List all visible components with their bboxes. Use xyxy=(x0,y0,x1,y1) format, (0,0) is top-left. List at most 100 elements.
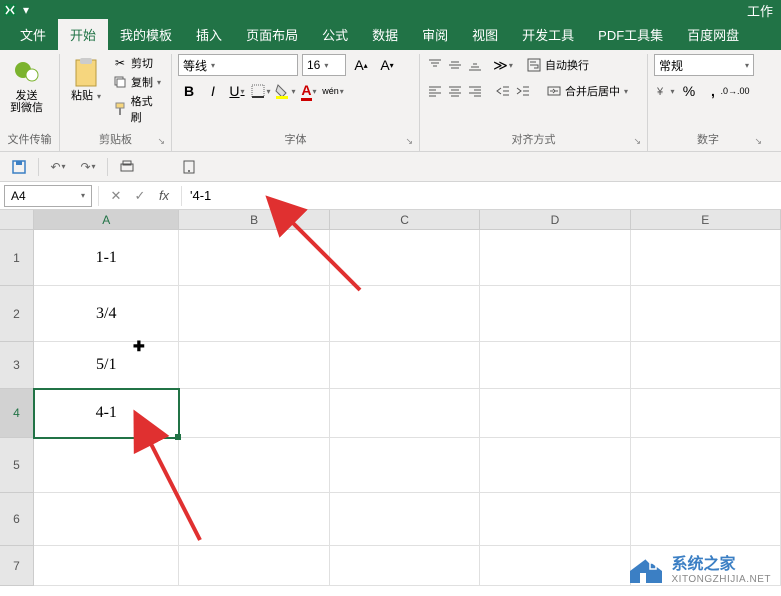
tab-formulas[interactable]: 公式 xyxy=(310,19,360,50)
col-header-C[interactable]: C xyxy=(330,210,480,230)
format-painter-button[interactable]: 格式刷 xyxy=(110,92,165,126)
print-preview-button[interactable] xyxy=(116,156,138,178)
row-header-6[interactable]: 6 xyxy=(0,493,34,546)
send-to-wechat-button[interactable]: 发送 到微信 xyxy=(6,54,47,116)
cell-A2[interactable]: 3/4 xyxy=(34,286,179,342)
cell-C1[interactable] xyxy=(330,230,480,286)
underline-button[interactable]: U▾ xyxy=(226,80,248,102)
cell-E4[interactable] xyxy=(631,389,781,438)
cell-D7[interactable] xyxy=(480,546,630,586)
tab-data[interactable]: 数据 xyxy=(360,19,410,50)
border-button[interactable]: ▾ xyxy=(250,80,272,102)
copy-button[interactable]: 复制 ▾ xyxy=(110,73,165,91)
tab-pdf-tools[interactable]: PDF工具集 xyxy=(586,19,675,50)
clipboard-dialog-launcher[interactable]: ↘ xyxy=(157,136,165,147)
accept-formula-button[interactable]: ✓ xyxy=(129,185,151,207)
number-format-combo[interactable]: 常规▾ xyxy=(654,54,754,76)
cancel-formula-button[interactable]: ✕ xyxy=(105,185,127,207)
increase-decimal-button[interactable]: .0→.00 xyxy=(726,80,744,102)
wrap-text-button[interactable]: 自动换行 xyxy=(524,56,591,74)
align-left-button[interactable] xyxy=(426,80,444,102)
align-right-button[interactable] xyxy=(466,80,484,102)
align-center-button[interactable] xyxy=(446,80,464,102)
tab-developer[interactable]: 开发工具 xyxy=(510,19,586,50)
font-dialog-launcher[interactable]: ↘ xyxy=(405,136,413,147)
align-middle-button[interactable] xyxy=(446,54,464,76)
tab-file[interactable]: 文件 xyxy=(8,19,58,50)
insert-function-button[interactable]: fx xyxy=(153,185,175,207)
cell-E5[interactable] xyxy=(631,438,781,493)
col-header-D[interactable]: D xyxy=(480,210,630,230)
touch-mode-button[interactable] xyxy=(178,156,200,178)
cell-D5[interactable] xyxy=(480,438,630,493)
decrease-indent-button[interactable] xyxy=(494,80,512,102)
cell-D1[interactable] xyxy=(480,230,630,286)
cell-D6[interactable] xyxy=(480,493,630,546)
redo-button[interactable]: ↷▾ xyxy=(77,156,99,178)
cell-B1[interactable] xyxy=(179,230,329,286)
cell-C4[interactable] xyxy=(330,389,480,438)
row-header-7[interactable]: 7 xyxy=(0,546,34,586)
cut-button[interactable]: ✂ 剪切 xyxy=(110,54,165,72)
cell-C6[interactable] xyxy=(330,493,480,546)
alignment-dialog-launcher[interactable]: ↘ xyxy=(633,136,641,147)
row-header-5[interactable]: 5 xyxy=(0,438,34,493)
cell-E2[interactable] xyxy=(631,286,781,342)
save-button[interactable] xyxy=(8,156,30,178)
cell-B5[interactable] xyxy=(179,438,329,493)
formula-input[interactable]: '4-1 xyxy=(184,188,781,203)
increase-font-button[interactable]: A▴ xyxy=(350,54,372,76)
tab-insert[interactable]: 插入 xyxy=(184,19,234,50)
cell-B7[interactable] xyxy=(179,546,329,586)
tab-home[interactable]: 开始 xyxy=(58,19,108,50)
row-header-3[interactable]: 3 xyxy=(0,342,34,389)
phonetic-button[interactable]: wén▾ xyxy=(322,80,344,102)
select-all-corner[interactable] xyxy=(0,210,34,230)
cell-B6[interactable] xyxy=(179,493,329,546)
fill-color-button[interactable]: ▾ xyxy=(274,80,296,102)
cell-A7[interactable] xyxy=(34,546,179,586)
cell-C2[interactable] xyxy=(330,286,480,342)
font-color-button[interactable]: A▾ xyxy=(298,80,320,102)
row-header-2[interactable]: 2 xyxy=(0,286,34,342)
font-name-combo[interactable]: 等线▾ xyxy=(178,54,298,76)
tab-baidu[interactable]: 百度网盘 xyxy=(675,19,751,50)
align-bottom-button[interactable] xyxy=(466,54,484,76)
cell-E6[interactable] xyxy=(631,493,781,546)
tab-page-layout[interactable]: 页面布局 xyxy=(234,19,310,50)
bold-button[interactable]: B xyxy=(178,80,200,102)
font-size-combo[interactable]: 16▾ xyxy=(302,54,346,76)
spreadsheet-grid[interactable]: ABCDE 1234567 1-13/45/14-1 ✚ xyxy=(0,210,781,596)
col-header-B[interactable]: B xyxy=(179,210,329,230)
name-box[interactable]: A4 ▾ xyxy=(4,185,92,207)
tab-templates[interactable]: 我的模板 xyxy=(108,19,184,50)
percent-button[interactable]: % xyxy=(678,80,700,102)
cell-B3[interactable] xyxy=(179,342,329,389)
increase-indent-button[interactable] xyxy=(514,80,532,102)
cell-A3[interactable]: 5/1 xyxy=(34,342,179,389)
undo-button[interactable]: ↶▾ xyxy=(47,156,69,178)
cell-A6[interactable] xyxy=(34,493,179,546)
col-header-A[interactable]: A xyxy=(34,210,179,230)
cell-D3[interactable] xyxy=(480,342,630,389)
paste-button[interactable]: 粘贴 ▾ xyxy=(66,54,106,104)
merge-center-button[interactable]: 合并后居中 ▾ xyxy=(544,82,630,100)
cell-D2[interactable] xyxy=(480,286,630,342)
col-header-E[interactable]: E xyxy=(631,210,781,230)
cell-A5[interactable] xyxy=(34,438,179,493)
tab-view[interactable]: 视图 xyxy=(460,19,510,50)
row-header-1[interactable]: 1 xyxy=(0,230,34,286)
cell-C3[interactable] xyxy=(330,342,480,389)
cell-A4[interactable]: 4-1 xyxy=(34,389,179,438)
cell-D4[interactable] xyxy=(480,389,630,438)
cell-E1[interactable] xyxy=(631,230,781,286)
autosave-icon[interactable]: ▾ xyxy=(20,4,32,16)
align-top-button[interactable] xyxy=(426,54,444,76)
italic-button[interactable]: I xyxy=(202,80,224,102)
cell-E3[interactable] xyxy=(631,342,781,389)
cell-C7[interactable] xyxy=(330,546,480,586)
accounting-format-button[interactable]: ¥▾ xyxy=(654,80,676,102)
number-dialog-launcher[interactable]: ↘ xyxy=(754,136,762,147)
tab-review[interactable]: 审阅 xyxy=(410,19,460,50)
decrease-font-button[interactable]: A▾ xyxy=(376,54,398,76)
